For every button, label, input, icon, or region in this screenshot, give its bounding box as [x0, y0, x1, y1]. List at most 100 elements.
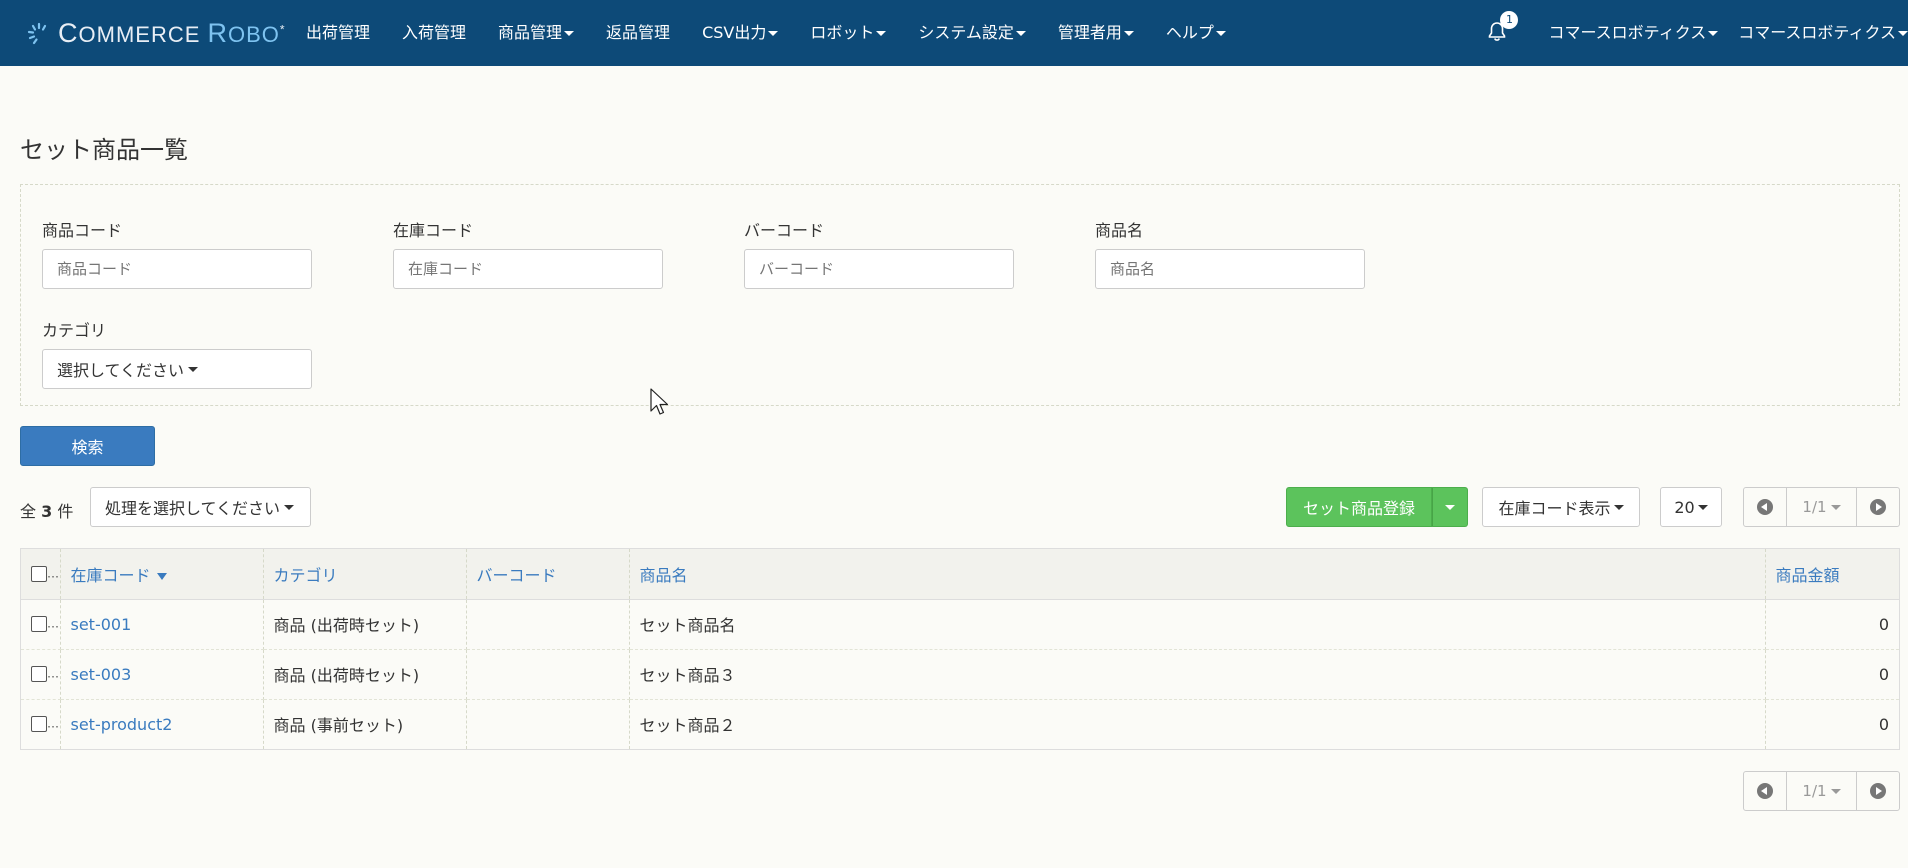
category-cell: 商品 (出荷時セット)	[263, 649, 467, 700]
product-code-field: 商品コード	[42, 217, 312, 289]
select-all-checkbox[interactable]	[31, 565, 47, 582]
nav-csv-export[interactable]: CSV出力	[686, 0, 794, 66]
notification-button[interactable]: 1	[1478, 0, 1519, 66]
register-button-group: セット商品登録	[1286, 487, 1468, 527]
register-set-product-button[interactable]: セット商品登録	[1286, 487, 1432, 527]
next-page-button[interactable]	[1856, 488, 1899, 526]
barcode-cell	[466, 649, 630, 700]
brand-spark-icon	[24, 18, 54, 48]
top-pagination: 1/1	[1743, 487, 1900, 527]
chevron-down-icon	[1215, 31, 1226, 36]
search-button[interactable]: 検索	[20, 426, 155, 466]
chevron-down-icon	[1015, 31, 1026, 36]
table-header-row: … 在庫コード カテゴリ バーコード 商品名 商品金額	[21, 549, 1899, 600]
arrow-left-circle-icon	[1757, 499, 1773, 515]
price-cell: 0	[1765, 599, 1899, 650]
table-row: … set-001 商品 (出荷時セット) セット商品名 0	[21, 599, 1899, 650]
bottom-pagination: 1/1	[1743, 771, 1900, 811]
main-nav: 出荷管理 入荷管理 商品管理 返品管理 CSV出力 ロボット システム設定 管理…	[290, 0, 1242, 66]
arrow-right-circle-icon	[1870, 499, 1886, 515]
nav-shipping[interactable]: 出荷管理	[290, 0, 386, 66]
arrow-right-circle-icon	[1870, 783, 1886, 799]
row-checkbox[interactable]	[31, 666, 47, 682]
bulk-action-select[interactable]: 処理を選択してください	[90, 487, 311, 527]
chevron-down-icon	[1708, 31, 1719, 36]
category-cell: 商品 (事前セット)	[263, 699, 467, 749]
select-all-cell: …	[21, 549, 61, 600]
price-cell: 0	[1878, 714, 1889, 734]
search-filter-panel: 商品コード 在庫コード バーコード 商品名 カテゴリ 選択してください	[20, 184, 1900, 406]
user-menu-2[interactable]: コマースロボティクス	[1728, 0, 1908, 66]
chevron-down-icon	[1898, 31, 1908, 36]
nav-products[interactable]: 商品管理	[482, 0, 590, 66]
chevron-down-icon	[1445, 504, 1455, 510]
category-select[interactable]: 選択してください	[42, 349, 312, 389]
product-name-cell: セット商品２	[629, 699, 1766, 749]
column-header-category[interactable]: カテゴリ	[262, 549, 467, 600]
per-page-select[interactable]: 20	[1660, 487, 1722, 527]
barcode-input[interactable]	[744, 249, 1014, 289]
chevron-down-icon	[876, 31, 887, 36]
register-dropdown-toggle[interactable]	[1432, 487, 1468, 527]
brand-logo[interactable]: COMMERCE ROBO*	[24, 18, 290, 49]
chevron-down-icon	[1123, 31, 1134, 36]
product-code-label: 商品コード	[42, 221, 123, 240]
row-checkbox[interactable]	[31, 616, 47, 632]
brand-name: COMMERCE ROBO*	[58, 17, 286, 48]
stock-code-link[interactable]: set-003	[71, 665, 132, 684]
chevron-down-icon	[1697, 504, 1708, 510]
stock-code-field: 在庫コード	[393, 217, 663, 289]
chevron-down-icon	[1830, 504, 1841, 510]
table-row: … set-product2 商品 (事前セット) セット商品２ 0	[21, 699, 1899, 749]
nav-help[interactable]: ヘルプ	[1150, 0, 1242, 66]
arrow-left-circle-icon	[1757, 783, 1773, 799]
barcode-field: バーコード	[744, 217, 1014, 289]
product-name-input[interactable]	[1095, 249, 1365, 289]
barcode-label: バーコード	[744, 221, 825, 240]
barcode-cell	[466, 699, 630, 749]
result-count: 全 3 件	[20, 502, 74, 521]
row-checkbox[interactable]	[31, 716, 47, 733]
page-title: セット商品一覧	[20, 136, 188, 164]
chevron-down-icon	[1830, 788, 1841, 794]
stock-code-display-button[interactable]: 在庫コード表示	[1482, 487, 1640, 527]
product-name-cell: セット商品３	[629, 649, 1766, 700]
category-cell: 商品 (出荷時セット)	[263, 599, 467, 650]
nav-returns[interactable]: 返品管理	[590, 0, 686, 66]
next-page-button[interactable]	[1856, 772, 1899, 810]
nav-right: 1 コマースロボティクス コマースロボティクス	[1478, 0, 1908, 66]
stock-code-input[interactable]	[393, 249, 663, 289]
price-cell: 0	[1765, 649, 1899, 700]
chevron-down-icon	[564, 31, 575, 36]
category-label: カテゴリ	[42, 321, 107, 340]
chevron-down-icon	[284, 504, 295, 510]
stock-code-label: 在庫コード	[393, 221, 474, 240]
column-header-price[interactable]: 商品金額	[1765, 549, 1899, 600]
product-name-label: 商品名	[1095, 221, 1144, 240]
page-select[interactable]: 1/1	[1786, 772, 1856, 810]
column-header-barcode[interactable]: バーコード	[466, 549, 630, 600]
notification-badge: 1	[1500, 11, 1519, 29]
nav-robot[interactable]: ロボット	[794, 0, 902, 66]
sort-desc-icon	[156, 572, 167, 580]
column-header-stock-code[interactable]: 在庫コード	[60, 549, 264, 600]
nav-receiving[interactable]: 入荷管理	[386, 0, 482, 66]
top-navbar: COMMERCE ROBO* 出荷管理 入荷管理 商品管理 返品管理 CSV出力…	[0, 0, 1908, 66]
column-header-product-name[interactable]: 商品名	[629, 549, 1766, 600]
chevron-down-icon	[1613, 504, 1624, 510]
nav-system-settings[interactable]: システム設定	[902, 0, 1042, 66]
product-code-input[interactable]	[42, 249, 312, 289]
prev-page-button[interactable]	[1744, 488, 1786, 526]
page-select[interactable]: 1/1	[1786, 488, 1856, 526]
product-name-cell: セット商品名	[629, 599, 1766, 650]
stock-code-link[interactable]: set-product2	[71, 715, 173, 734]
nav-admin[interactable]: 管理者用	[1042, 0, 1150, 66]
user-menu-1[interactable]: コマースロボティクス	[1538, 0, 1728, 66]
set-product-table: … 在庫コード カテゴリ バーコード 商品名 商品金額 … set-001 商品…	[20, 548, 1900, 750]
stock-code-link[interactable]: set-001	[71, 615, 132, 634]
chevron-down-icon	[768, 31, 779, 36]
barcode-cell	[466, 599, 630, 650]
prev-page-button[interactable]	[1744, 772, 1786, 810]
category-field: カテゴリ 選択してください	[42, 317, 312, 389]
mouse-cursor-icon	[650, 388, 669, 415]
